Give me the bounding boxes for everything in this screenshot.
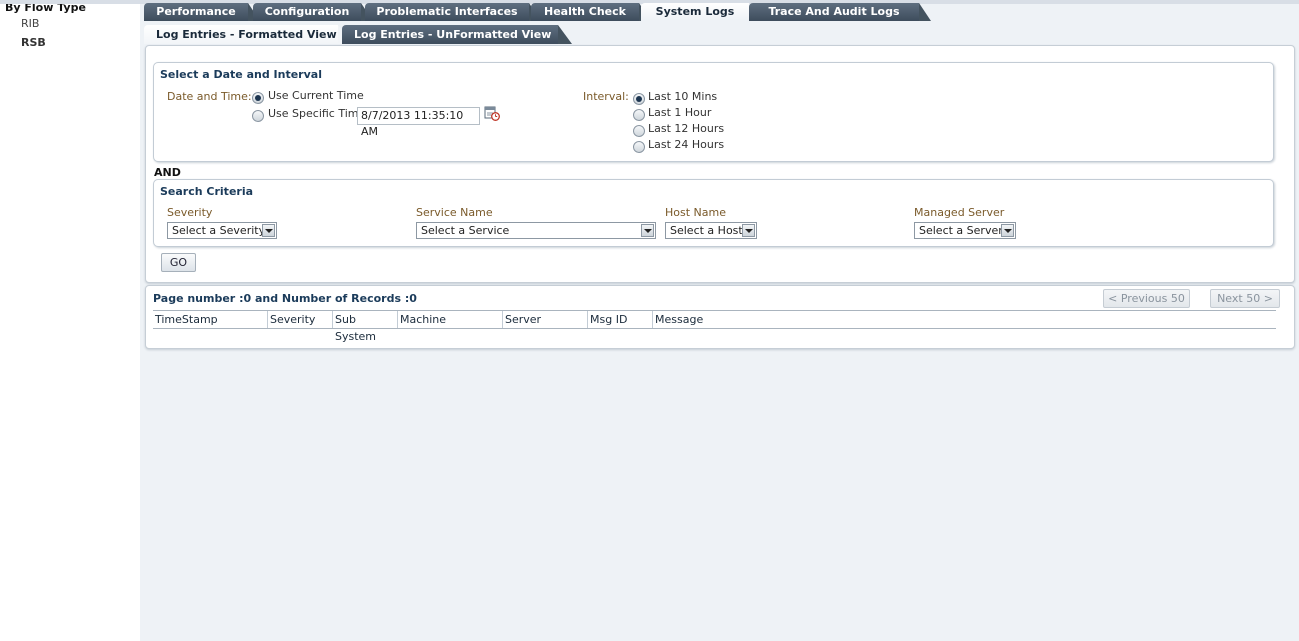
- chevron-down-icon[interactable]: [1001, 224, 1014, 237]
- server-select[interactable]: Select a Server: [914, 222, 1016, 239]
- column-sub-system[interactable]: Sub System: [333, 311, 398, 343]
- interval-10-mins-label: Last 10 Mins: [648, 90, 718, 103]
- records-summary: Page number :0 and Number of Records :0: [153, 292, 417, 305]
- search-criteria-section: Search Criteria Severity Select a Severi…: [153, 179, 1274, 247]
- column-message[interactable]: Message: [653, 311, 1276, 328]
- service-select-value: Select a Service: [421, 224, 510, 237]
- use-specific-time-label: Use Specific Time: [268, 107, 366, 120]
- date-interval-section: Select a Date and Interval Date and Time…: [153, 62, 1274, 162]
- subtab-formatted-view[interactable]: Log Entries - Formatted View: [144, 25, 352, 44]
- go-button[interactable]: GO: [161, 253, 196, 272]
- column-server[interactable]: Server: [503, 311, 588, 328]
- results-panel: Page number :0 and Number of Records :0 …: [145, 285, 1295, 349]
- column-machine[interactable]: Machine: [398, 311, 503, 328]
- previous-50-button[interactable]: < Previous 50: [1103, 289, 1190, 308]
- use-current-time-radio[interactable]: [252, 92, 264, 104]
- sidebar-item-rib[interactable]: RIB: [21, 17, 39, 30]
- log-table-header: TimeStamp Severity Sub System Machine Se…: [153, 310, 1276, 343]
- column-severity[interactable]: Severity: [268, 311, 333, 328]
- interval-label: Interval:: [583, 90, 629, 103]
- specific-time-input[interactable]: 8/7/2013 11:35:10 AM: [357, 107, 480, 138]
- service-name-label: Service Name: [416, 206, 493, 219]
- subtab-unformatted-view[interactable]: Log Entries - UnFormatted View: [342, 25, 572, 44]
- interval-24-hours-radio[interactable]: [633, 141, 645, 153]
- sidebar: By Flow Type RIB RSB: [0, 0, 140, 641]
- column-timestamp[interactable]: TimeStamp: [153, 311, 268, 328]
- host-select-value: Select a Host: [670, 224, 743, 237]
- date-interval-title: Select a Date and Interval: [160, 68, 322, 81]
- managed-server-label: Managed Server: [914, 206, 1005, 219]
- host-name-label: Host Name: [665, 206, 726, 219]
- severity-label: Severity: [167, 206, 213, 219]
- interval-12-hours-radio[interactable]: [633, 125, 645, 137]
- chevron-down-icon[interactable]: [641, 224, 654, 237]
- sidebar-item-rsb[interactable]: RSB: [21, 36, 46, 49]
- chevron-down-icon[interactable]: [262, 224, 275, 237]
- tab-system-logs[interactable]: System Logs: [641, 3, 761, 21]
- tab-performance[interactable]: Performance: [144, 3, 260, 21]
- use-current-time-label: Use Current Time: [268, 89, 364, 102]
- interval-10-mins-radio[interactable]: [633, 93, 645, 105]
- tab-trace-audit-logs[interactable]: Trace And Audit Logs: [749, 3, 931, 21]
- severity-select[interactable]: Select a Severity: [167, 222, 277, 239]
- service-select[interactable]: Select a Service: [416, 222, 656, 239]
- host-select[interactable]: Select a Host: [665, 222, 757, 239]
- interval-12-hours-label: Last 12 Hours: [648, 122, 725, 135]
- query-panel: Select a Date and Interval Date and Time…: [145, 45, 1295, 283]
- column-msg-id[interactable]: Msg ID: [588, 311, 653, 328]
- calendar-clock-icon[interactable]: [484, 105, 500, 121]
- severity-select-value: Select a Severity: [172, 224, 266, 237]
- tab-health-check[interactable]: Health Check: [531, 3, 651, 21]
- server-select-value: Select a Server: [919, 224, 1003, 237]
- interval-24-hours-label: Last 24 Hours: [648, 138, 725, 151]
- interval-1-hour-radio[interactable]: [633, 109, 645, 121]
- search-criteria-title: Search Criteria: [160, 185, 254, 198]
- use-specific-time-radio[interactable]: [252, 110, 264, 122]
- tab-problematic-interfaces[interactable]: Problematic Interfaces: [365, 3, 541, 21]
- date-time-label: Date and Time:: [167, 90, 252, 103]
- and-label: AND: [154, 166, 181, 179]
- chevron-down-icon[interactable]: [742, 224, 755, 237]
- interval-1-hour-label: Last 1 Hour: [648, 106, 712, 119]
- tab-configuration[interactable]: Configuration: [253, 3, 373, 21]
- next-50-button[interactable]: Next 50 >: [1210, 289, 1280, 308]
